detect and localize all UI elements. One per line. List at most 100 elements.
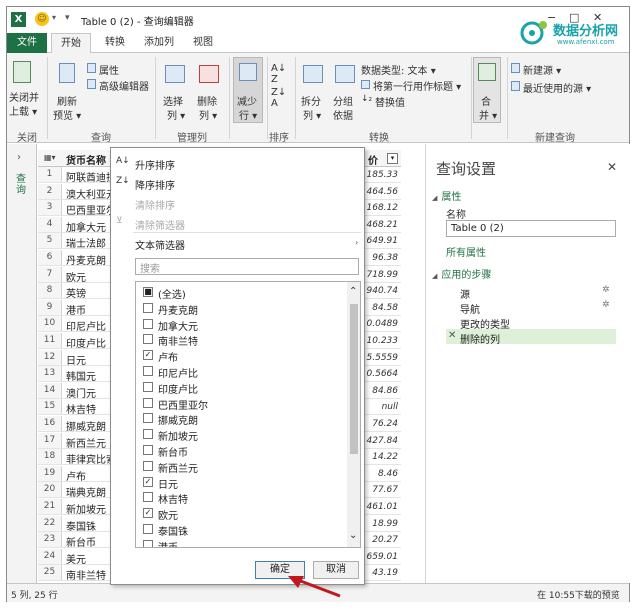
filter-list-item[interactable]: 南非兰特 [136, 331, 346, 348]
checkbox[interactable] [143, 366, 153, 376]
menu-item-label: 清除筛选器 [135, 221, 185, 232]
menu-text-filters[interactable]: 文本筛选器 › [111, 232, 364, 254]
delete-step-icon[interactable]: ✕ [448, 330, 456, 341]
query-name-input[interactable]: Table 0 (2) [446, 220, 616, 237]
properties-section[interactable]: ◢ 属性 [432, 188, 461, 203]
menu-sort-descending[interactable]: Z↓ 降序排序 [111, 172, 364, 194]
properties-icon [87, 63, 96, 73]
checkbox[interactable]: ■ [143, 287, 153, 297]
filter-list-item[interactable]: 新西兰元 [136, 458, 346, 475]
applied-steps-label: 应用的步骤 [441, 270, 492, 281]
scroll-up-icon[interactable]: ⌃ [349, 286, 357, 297]
quick-access-dropdown-icon[interactable]: ▾ [52, 13, 56, 22]
filter-list-item[interactable]: 港币 [136, 537, 346, 547]
filter-list-item[interactable]: 林吉特 [136, 489, 346, 506]
row-number: 8 [38, 283, 62, 299]
checkbox[interactable] [143, 460, 153, 471]
filter-list-item[interactable]: 印尼卢比 [136, 363, 346, 380]
tab-file[interactable]: 文件 [7, 33, 47, 53]
filter-list-item[interactable]: ✓ 卢布 [136, 347, 346, 364]
filter-list-item[interactable]: ✓ 日元 [136, 474, 346, 491]
filter-list-item[interactable]: 印度卢比 [136, 379, 346, 396]
filter-list-item[interactable]: 加拿大元 [136, 316, 346, 333]
queries-nav-label: 查询 [16, 174, 26, 196]
checkbox[interactable] [143, 524, 153, 534]
split-column-button-line2[interactable]: 列 ▾ [303, 107, 321, 122]
filter-list-item[interactable]: ✓ 欧元 [136, 505, 346, 522]
column-header-price[interactable]: 价 [368, 152, 378, 167]
gear-icon[interactable]: ✲ [602, 300, 610, 310]
recent-sources-button[interactable]: 最近使用的源 ▾ [523, 80, 591, 95]
ribbon-home: 关闭并 上载 ▾ 关闭 刷新 预览 ▾ 属性 高级编辑器 查询 选择 列 ▾ 删… [7, 53, 629, 144]
status-row-count: 5 列, 25 行 [11, 591, 58, 601]
filter-list-item[interactable]: ■ (全选) [136, 284, 346, 301]
split-column-button-line1[interactable]: 拆分 [301, 93, 321, 108]
checkbox[interactable] [143, 429, 153, 440]
filter-list-item[interactable]: 巴西里亚尔 [136, 395, 346, 412]
step-source[interactable]: 源 ✲ [446, 284, 616, 301]
smiley-feedback-icon[interactable]: ☺ [35, 12, 49, 26]
remove-columns-button-line2[interactable]: 列 ▾ [199, 107, 217, 122]
close-pane-icon[interactable]: ✕ [607, 160, 617, 174]
filter-dropdown-icon[interactable]: ▾ [387, 153, 398, 164]
filter-list-item[interactable]: 新加坡元 [136, 426, 346, 443]
new-source-button[interactable]: 新建源 ▾ [523, 62, 561, 77]
checkbox[interactable] [143, 397, 153, 408]
properties-button[interactable]: 属性 [99, 62, 119, 77]
customize-quick-access-icon[interactable]: ▾ [65, 13, 70, 23]
close-load-button-line2[interactable]: 上载 ▾ [9, 103, 37, 118]
filter-search-input[interactable]: 搜索 [135, 258, 359, 275]
expand-chevron-icon[interactable]: › [17, 152, 21, 163]
checkbox[interactable] [143, 381, 153, 392]
tab-transform[interactable]: 转换 [95, 33, 135, 53]
checkbox[interactable] [143, 539, 153, 547]
checkbox[interactable]: ✓ [143, 508, 153, 519]
step-label: 删除的列 [460, 335, 500, 346]
advanced-editor-button[interactable]: 高级编辑器 [99, 78, 149, 93]
checkbox[interactable] [143, 492, 153, 503]
filter-item-label: 港币 [158, 539, 178, 547]
tab-add-column[interactable]: 添加列 [137, 33, 181, 53]
column-header-currency[interactable]: 货币名称 [66, 152, 106, 167]
scroll-down-icon[interactable]: ⌄ [349, 530, 357, 541]
refresh-preview-button-line2[interactable]: 预览 ▾ [53, 107, 81, 122]
menu-sort-ascending[interactable]: A↓ 升序排序 [111, 152, 364, 174]
tab-home[interactable]: 开始 [51, 33, 91, 54]
row-number: 21 [38, 499, 62, 514]
choose-columns-button-line1[interactable]: 选择 [163, 93, 183, 108]
checkbox[interactable] [143, 445, 153, 455]
gear-icon[interactable]: ✲ [602, 285, 610, 295]
step-navigation[interactable]: 导航 ✲ [446, 299, 616, 316]
checkbox[interactable] [143, 334, 153, 345]
tab-view[interactable]: 视图 [185, 33, 221, 53]
checkbox[interactable]: ✓ [143, 476, 153, 487]
list-scrollbar[interactable]: ⌃ ⌄ [347, 282, 360, 547]
row-number: 9 [38, 299, 62, 315]
remove-columns-button-line1[interactable]: 删除 [197, 93, 217, 108]
first-row-header-button[interactable]: 将第一行用作标题 ▾ [373, 78, 461, 93]
group-by-button-line2[interactable]: 依据 [333, 107, 353, 122]
close-load-button-line1[interactable]: 关闭并 [9, 89, 39, 104]
sort-ascending-icon[interactable]: A↓ Z [271, 63, 286, 85]
step-changed-type[interactable]: 更改的类型 [446, 314, 616, 331]
filter-list-item[interactable]: 挪威克朗 [136, 410, 346, 427]
sort-descending-icon[interactable]: Z↓ A [271, 87, 286, 109]
applied-steps-section[interactable]: ◢ 应用的步骤 [432, 266, 491, 281]
filter-list-item[interactable]: 丹麦克朗 [136, 300, 346, 317]
step-removed-columns[interactable]: ✕ 删除的列 [446, 329, 616, 346]
checkbox[interactable]: ✓ [143, 350, 153, 361]
group-by-button-line1[interactable]: 分组 [333, 93, 353, 108]
checkbox[interactable] [143, 318, 153, 329]
replace-values-button[interactable]: 替换值 [375, 94, 405, 109]
checkbox[interactable] [143, 302, 153, 313]
filter-list-item[interactable]: 泰国铢 [136, 521, 346, 538]
scrollbar-thumb[interactable] [350, 304, 358, 454]
all-properties-link[interactable]: 所有属性 [446, 244, 486, 259]
table-menu-icon[interactable]: ▦▾ [44, 153, 56, 162]
queries-nav-pane[interactable]: › 查询 [7, 144, 37, 583]
filter-list-item[interactable]: 新台币 [136, 442, 346, 459]
choose-columns-button-line2[interactable]: 列 ▾ [167, 107, 185, 122]
checkbox[interactable] [143, 413, 153, 424]
data-type-dropdown[interactable]: 数据类型: 文本 ▾ [361, 62, 436, 77]
refresh-preview-button-line1[interactable]: 刷新 [57, 93, 77, 108]
